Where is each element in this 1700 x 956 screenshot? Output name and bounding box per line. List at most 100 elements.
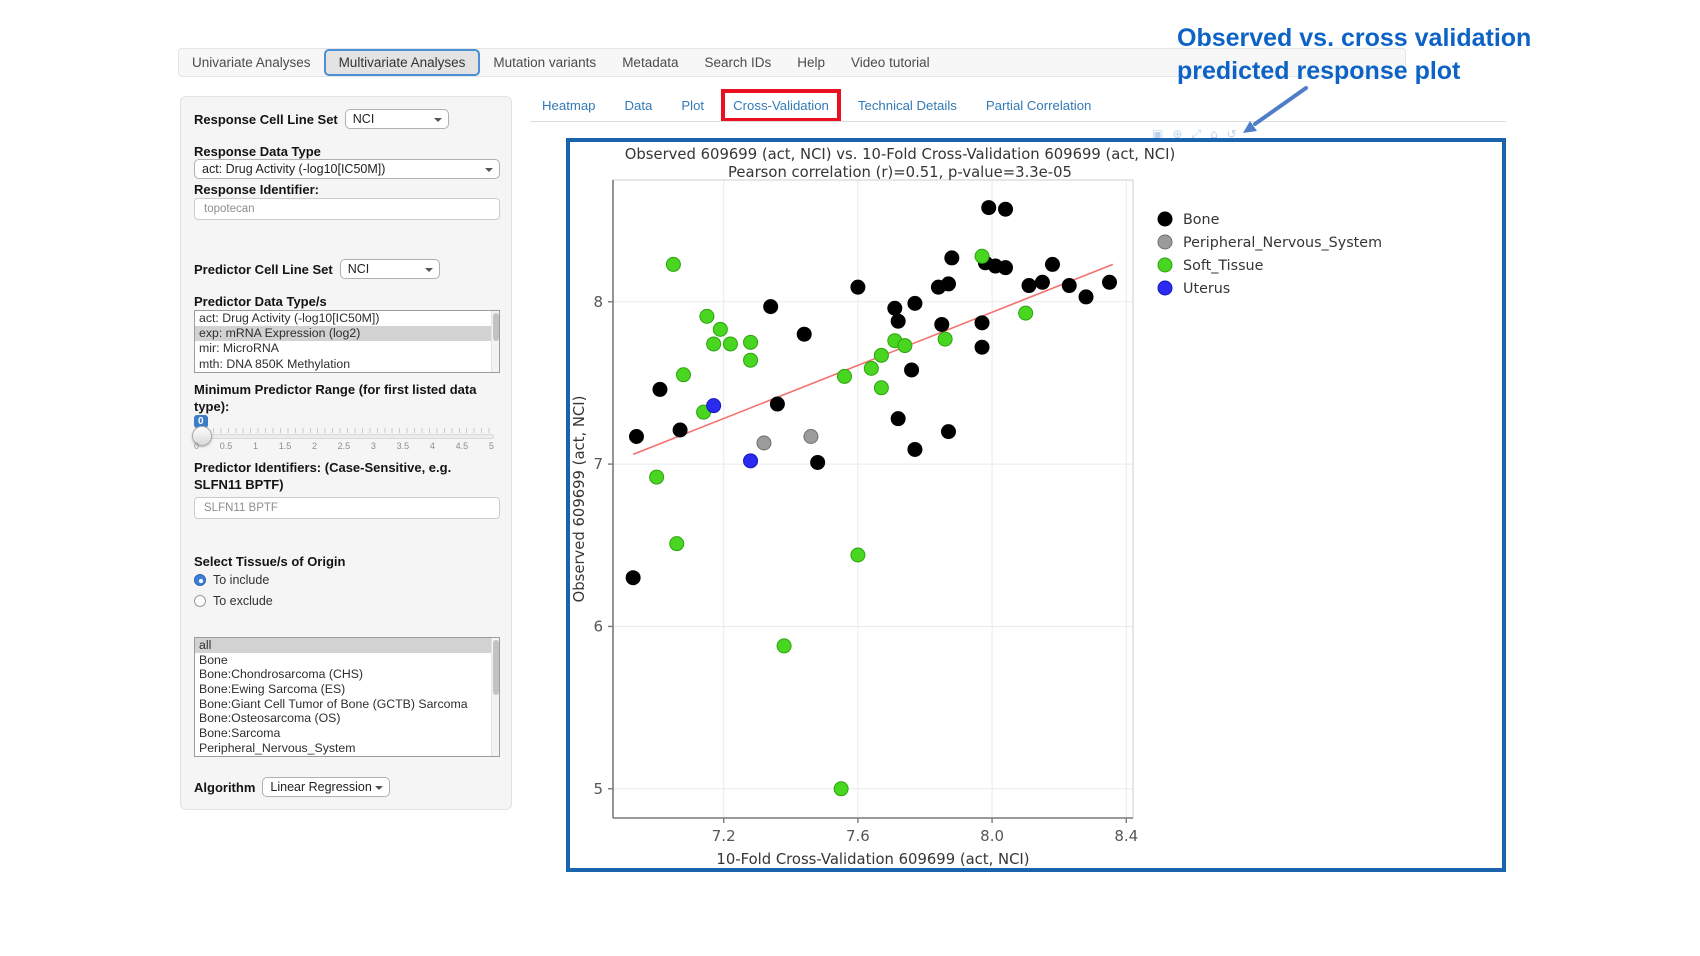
x-tick-label: 8.4 xyxy=(1114,827,1138,845)
data-point-peripheral_nervous_system xyxy=(804,429,818,443)
predictor-data-types-listbox[interactable]: act: Drug Activity (-log10[IC50M])exp: m… xyxy=(194,310,500,373)
radio-button[interactable] xyxy=(194,595,206,607)
tab-data[interactable]: Data xyxy=(623,96,655,115)
list-item[interactable]: Bone:Ewing Sarcoma (ES) xyxy=(195,682,499,697)
algorithm-select[interactable]: Linear Regression xyxy=(262,777,390,797)
list-item[interactable]: act: Drug Activity (-log10[IC50M]) xyxy=(195,311,499,326)
data-point-bone xyxy=(811,455,825,469)
data-point-bone xyxy=(653,382,667,396)
algorithm-label: Algorithm xyxy=(194,779,255,796)
tab-technical-details[interactable]: Technical Details xyxy=(856,96,959,115)
tissue-listbox[interactable]: allBoneBone:Chondrosarcoma (CHS)Bone:Ewi… xyxy=(194,637,500,757)
slider-track[interactable] xyxy=(194,434,494,439)
radio-button[interactable] xyxy=(194,574,206,586)
nav-tab-video-tutorial[interactable]: Video tutorial xyxy=(838,49,943,76)
y-tick-label: 7 xyxy=(593,455,603,473)
data-point-bone xyxy=(1045,257,1059,271)
x-tick-label: 8.0 xyxy=(980,827,1004,845)
response-identifier-input[interactable]: topotecan xyxy=(194,198,500,220)
nav-tab-help[interactable]: Help xyxy=(784,49,838,76)
data-point-bone xyxy=(945,251,959,265)
list-item[interactable]: all xyxy=(195,638,499,653)
legend-item-soft_tissue[interactable]: Soft_Tissue xyxy=(1158,258,1264,274)
data-point-bone xyxy=(1035,275,1049,289)
x-tick-label: 7.2 xyxy=(712,827,736,845)
annotation-line2: predicted response plot xyxy=(1177,55,1531,88)
legend-item-peripheral_nervous_system[interactable]: Peripheral_Nervous_System xyxy=(1158,235,1382,251)
sidebar-panel: Response Cell Line Set NCI Response Data… xyxy=(180,96,512,810)
radio-option-to-exclude[interactable]: To exclude xyxy=(194,594,500,608)
data-point-soft_tissue xyxy=(676,368,690,382)
data-point-bone xyxy=(851,280,865,294)
data-point-bone xyxy=(905,363,919,377)
scrollbar[interactable] xyxy=(491,638,499,756)
y-tick-label: 6 xyxy=(593,617,603,635)
tab-partial-correlation[interactable]: Partial Correlation xyxy=(984,96,1094,115)
data-point-bone xyxy=(908,442,922,456)
data-point-soft_tissue xyxy=(834,782,848,796)
result-tabs: Heatmap Data Plot Cross-Validation Technical… xyxy=(540,90,1093,121)
slider-tick-label: 1.5 xyxy=(279,441,292,451)
nav-tab-multivariate-analyses[interactable]: Multivariate Analyses xyxy=(324,49,481,76)
tab-plot[interactable]: Plot xyxy=(679,96,706,115)
data-point-bone xyxy=(626,571,640,585)
cross-validation-scatter-plot: 7.27.68.08.45678Observed 609699 (act, NC… xyxy=(570,142,1502,868)
nav-tab-search-ids[interactable]: Search IDs xyxy=(691,49,784,76)
slider-tick-label: 4 xyxy=(430,441,435,451)
list-item[interactable]: Bone:Sarcoma xyxy=(195,726,499,741)
list-item[interactable]: mir: MicroRNA xyxy=(195,341,499,356)
list-item[interactable]: Bone xyxy=(195,653,499,668)
data-point-bone xyxy=(1062,279,1076,293)
radio-label: To include xyxy=(213,573,269,587)
response-data-type-label: Response Data Type xyxy=(194,143,500,160)
legend-item-uterus[interactable]: Uterus xyxy=(1158,281,1230,297)
data-point-soft_tissue xyxy=(723,337,737,351)
y-axis-title: Observed 609699 (act, NCI) xyxy=(571,396,588,603)
data-point-soft_tissue xyxy=(744,335,758,349)
data-point-soft_tissue xyxy=(864,361,878,375)
slider-tick-label: 0 xyxy=(194,441,199,451)
response-identifier-label: Response Identifier: xyxy=(194,181,500,198)
response-data-type-select[interactable]: act: Drug Activity (-log10[IC50M]) xyxy=(194,159,500,179)
list-item[interactable]: Bone:Osteosarcoma (OS) xyxy=(195,711,499,726)
data-point-soft_tissue xyxy=(874,381,888,395)
list-item[interactable]: Bone:Giant Cell Tumor of Bone (GCTB) Sar… xyxy=(195,697,499,712)
tab-heatmap[interactable]: Heatmap xyxy=(540,96,598,115)
legend-item-bone[interactable]: Bone xyxy=(1158,212,1220,228)
data-point-bone xyxy=(629,429,643,443)
slider-ticks xyxy=(198,428,490,433)
nav-tab-mutation-variants[interactable]: Mutation variants xyxy=(480,49,609,76)
data-point-bone xyxy=(935,317,949,331)
regression-line xyxy=(633,264,1113,454)
data-point-bone xyxy=(1022,279,1036,293)
predictor-identifiers-input[interactable]: SLFN11 BPTF xyxy=(194,497,500,519)
list-item[interactable]: exp: mRNA Expression (log2) xyxy=(195,326,499,341)
svg-text:Peripheral_Nervous_System: Peripheral_Nervous_System xyxy=(1183,235,1382,251)
slider-tick-label: 3.5 xyxy=(397,441,410,451)
nav-tab-metadata[interactable]: Metadata xyxy=(609,49,691,76)
data-point-soft_tissue xyxy=(744,353,758,367)
x-axis-title: 10-Fold Cross-Validation 609699 (act, NC… xyxy=(716,851,1029,868)
nav-tab-univariate-analyses[interactable]: Univariate Analyses xyxy=(179,49,324,76)
list-item[interactable]: Peripheral_Nervous_System xyxy=(195,741,499,756)
slider-tick-label: 1 xyxy=(253,441,258,451)
list-item[interactable]: mth: DNA 850K Methylation xyxy=(195,357,499,372)
data-point-bone xyxy=(673,423,687,437)
tab-cross-validation[interactable]: Cross-Validation xyxy=(731,96,831,115)
list-item[interactable]: Bone:Chondrosarcoma (CHS) xyxy=(195,667,499,682)
predictor-cell-line-set-select[interactable]: NCI xyxy=(340,259,440,279)
slider-tick-label: 2 xyxy=(312,441,317,451)
response-cell-line-set-label: Response Cell Line Set xyxy=(194,111,338,128)
data-point-bone xyxy=(1079,290,1093,304)
plot-border xyxy=(613,180,1133,818)
data-point-bone xyxy=(975,316,989,330)
cross-validation-plot-frame: 7.27.68.08.45678Observed 609699 (act, NC… xyxy=(566,138,1506,872)
data-point-uterus xyxy=(744,454,758,468)
data-point-peripheral_nervous_system xyxy=(757,436,771,450)
data-point-bone xyxy=(888,301,902,315)
svg-text:Soft_Tissue: Soft_Tissue xyxy=(1183,258,1264,274)
radio-option-to-include[interactable]: To include xyxy=(194,573,500,587)
data-point-bone xyxy=(982,201,996,215)
response-cell-line-set-select[interactable]: NCI xyxy=(345,109,449,129)
scrollbar[interactable] xyxy=(491,311,499,372)
